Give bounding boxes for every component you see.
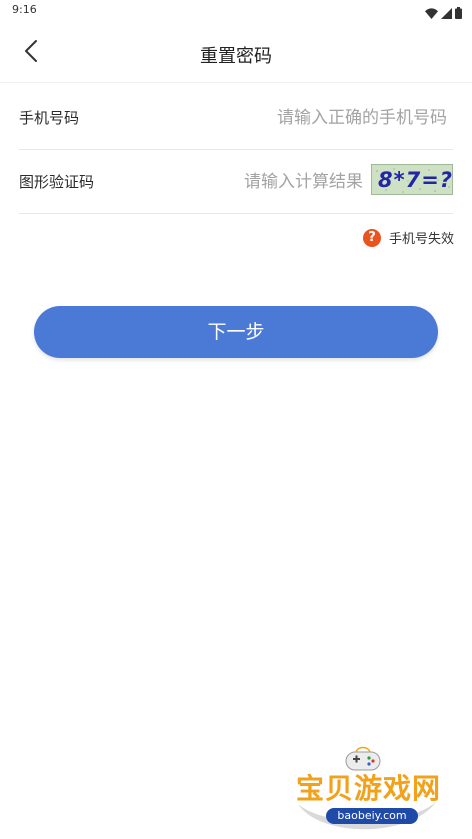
phone-label: 手机号码 bbox=[19, 109, 80, 127]
watermark-title: 宝贝游戏网 bbox=[296, 772, 442, 805]
back-button[interactable] bbox=[16, 38, 46, 68]
captcha-input[interactable] bbox=[163, 167, 363, 197]
watermark-url: baobeiy.com bbox=[326, 808, 418, 824]
captcha-row: 图形验证码 8*7=? bbox=[19, 150, 453, 214]
phone-invalid-link[interactable]: ? 手机号失效 bbox=[362, 228, 454, 247]
captcha-image[interactable]: 8*7=? bbox=[371, 164, 453, 195]
chevron-left-icon bbox=[24, 39, 38, 67]
status-time: 9:16 bbox=[12, 3, 37, 16]
wifi-icon bbox=[425, 4, 438, 23]
nav-bar: 重置密码 bbox=[0, 22, 472, 83]
question-circle-icon: ? bbox=[362, 228, 381, 247]
battery-icon bbox=[455, 4, 462, 23]
captcha-label: 图形验证码 bbox=[19, 173, 95, 191]
reset-password-screen: 9:16 重置密码 手机号码 图形验证码 bbox=[0, 0, 472, 839]
captcha-text: 8*7=? bbox=[378, 168, 453, 192]
phone-invalid-text: 手机号失效 bbox=[388, 232, 454, 247]
phone-row: 手机号码 bbox=[19, 86, 453, 150]
status-icons bbox=[422, 4, 462, 23]
watermark-logo: 宝贝游戏网 baobeiy.com bbox=[290, 742, 445, 837]
phone-input[interactable] bbox=[167, 103, 447, 133]
page-title: 重置密码 bbox=[200, 46, 272, 67]
status-bar: 9:16 bbox=[0, 0, 472, 22]
next-button[interactable]: 下一步 bbox=[34, 306, 438, 358]
cellular-signal-icon bbox=[441, 4, 452, 23]
